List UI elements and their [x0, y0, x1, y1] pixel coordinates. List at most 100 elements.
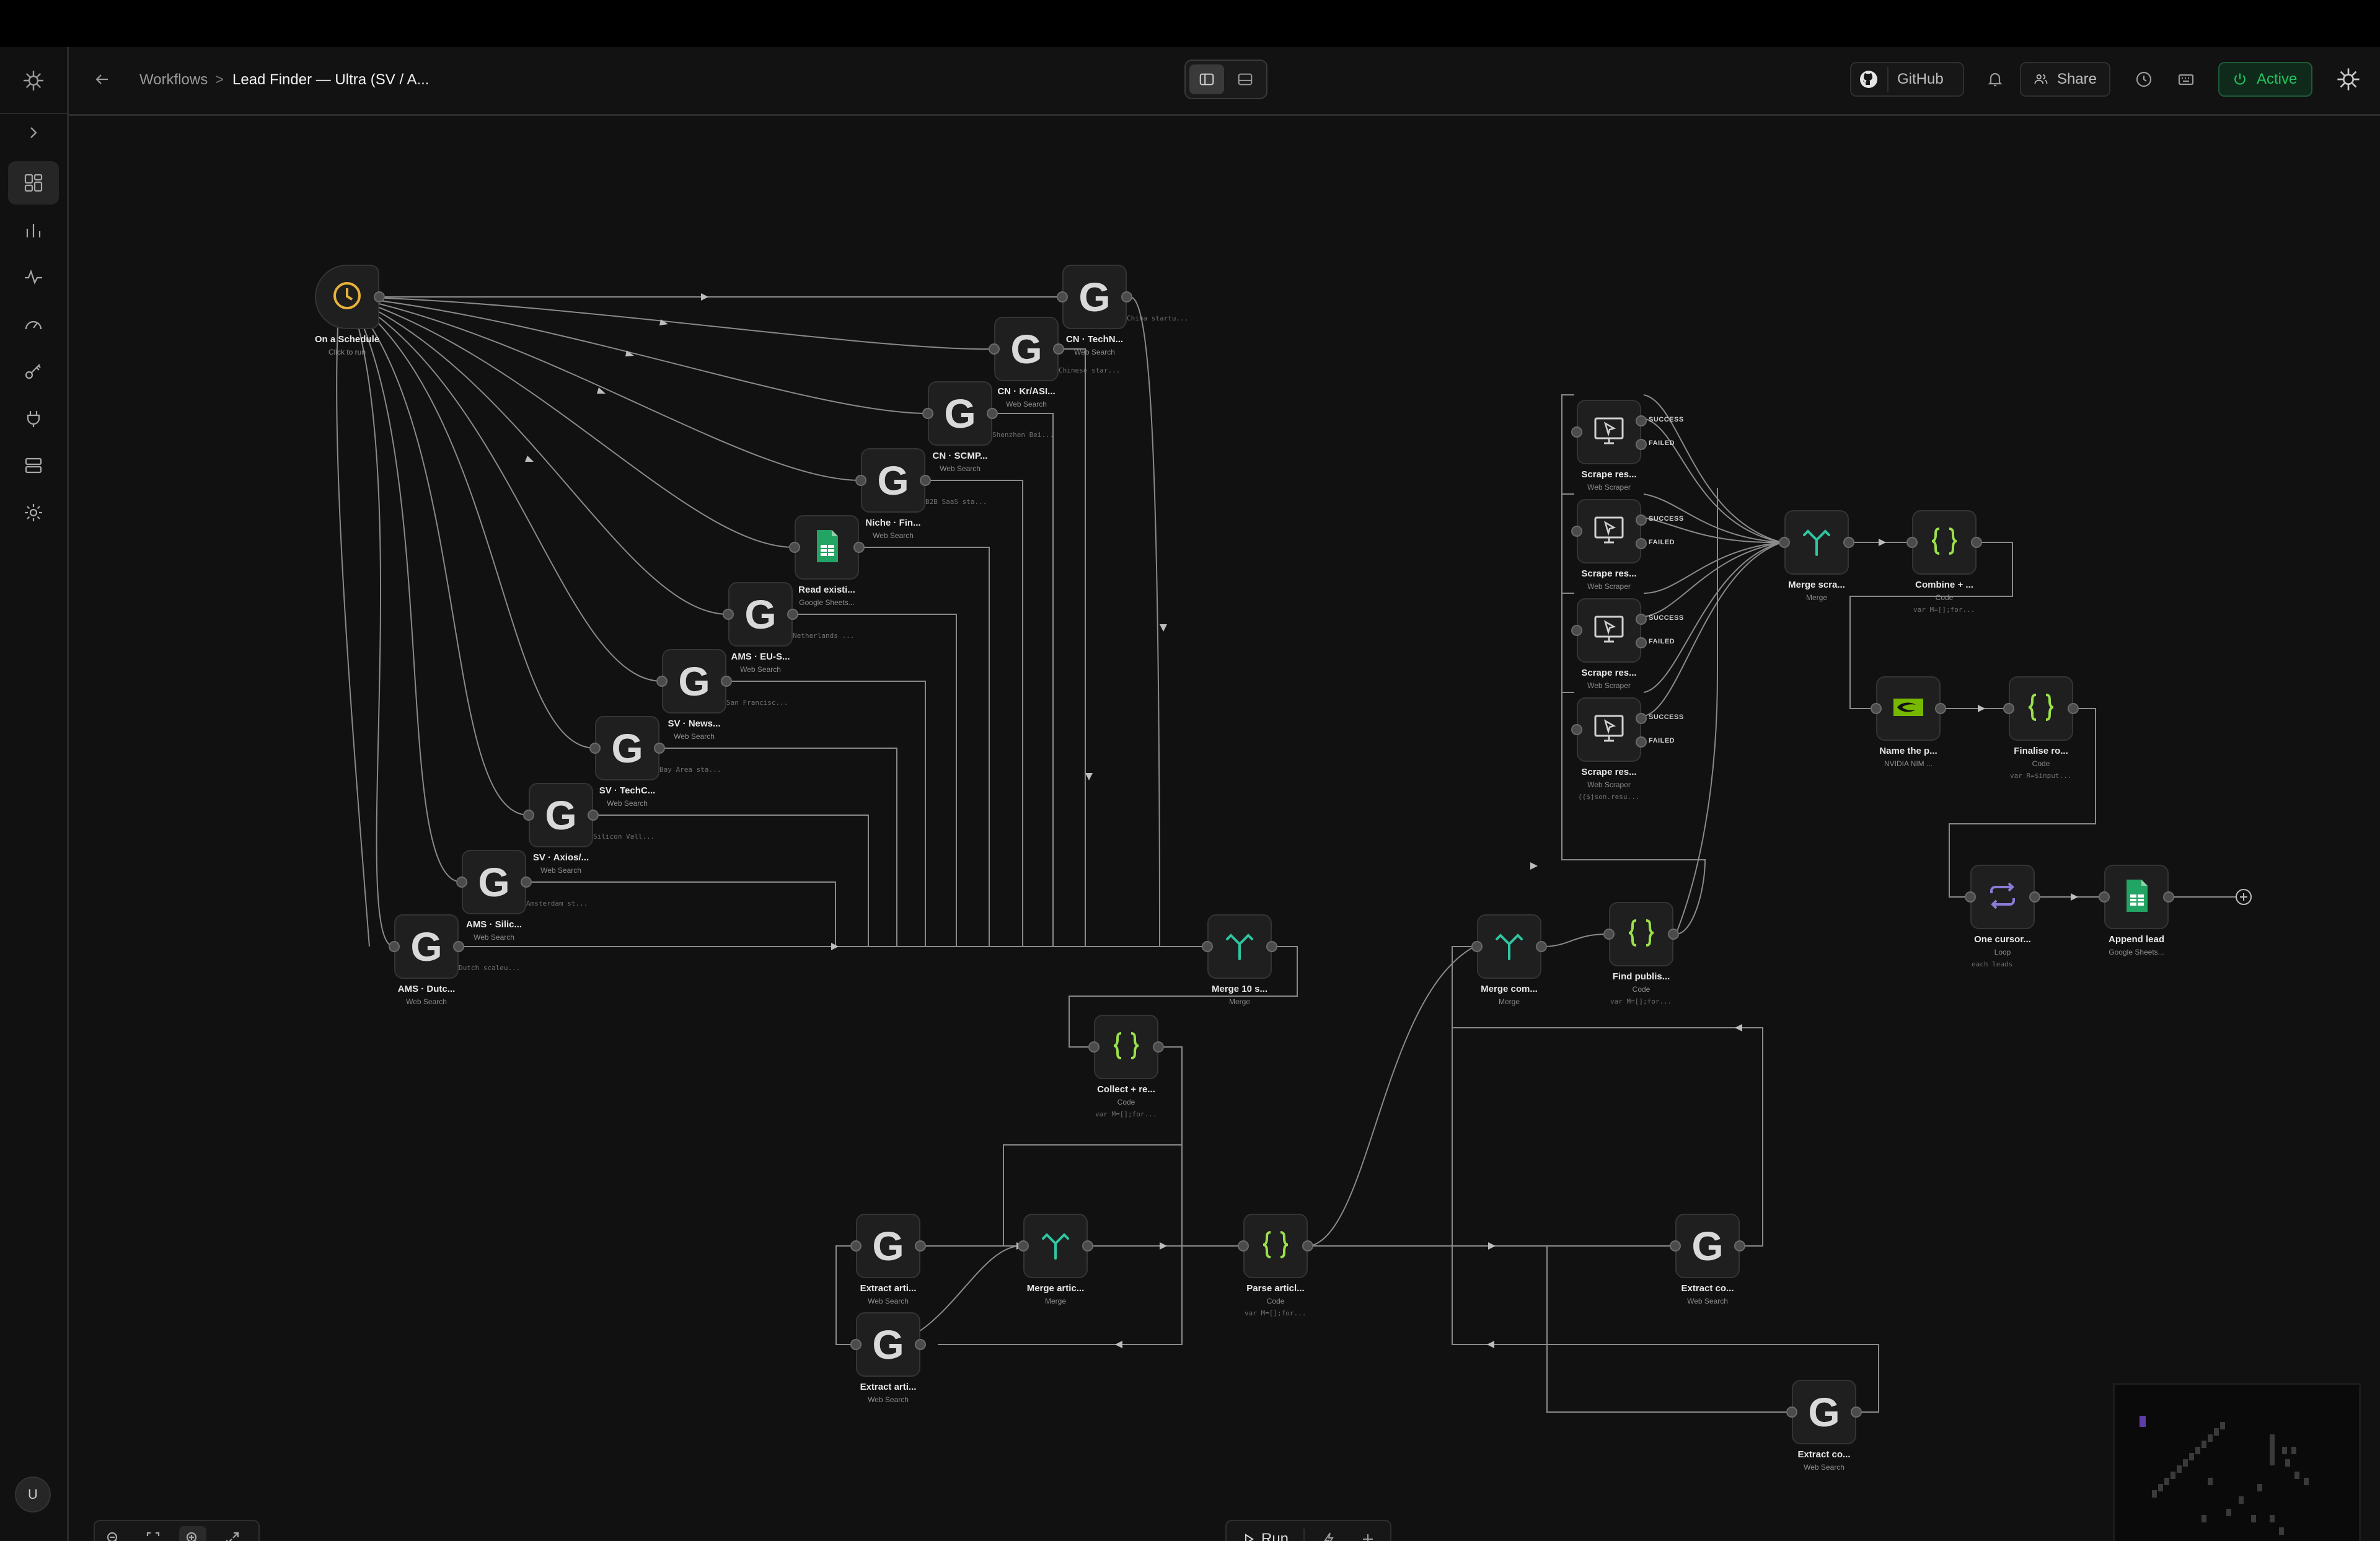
node-cn-technode[interactable]: G [1062, 265, 1127, 329]
node-merge-artic[interactable] [1023, 1214, 1088, 1278]
input-port[interactable] [1965, 891, 1976, 903]
input-port[interactable] [1779, 537, 1790, 548]
sidebar-item-integrations[interactable] [8, 397, 59, 440]
input-port[interactable] [1202, 941, 1213, 952]
workflow-title[interactable]: Lead Finder — Ultra (SV / A... [232, 71, 429, 89]
output-port[interactable] [1734, 1240, 1745, 1252]
sidebar-item-analytics[interactable] [8, 208, 59, 252]
add-node-icon[interactable] [2236, 889, 2252, 905]
input-port[interactable] [850, 1339, 862, 1350]
node-merge-scra[interactable] [1784, 510, 1849, 575]
node-sv-techc[interactable]: G [595, 716, 659, 780]
user-avatar[interactable]: U [15, 1477, 51, 1512]
openai-logo-icon[interactable] [2335, 66, 2362, 93]
input-port[interactable] [1571, 724, 1582, 735]
output-port[interactable] [1082, 1240, 1093, 1252]
output-port[interactable] [521, 876, 532, 888]
node-cn-scmp[interactable]: G [928, 381, 992, 446]
node-merge-com[interactable] [1477, 914, 1541, 979]
history-button[interactable] [2130, 66, 2157, 93]
node-niche-fin[interactable]: G [861, 448, 925, 513]
output-port[interactable] [2068, 703, 2079, 714]
output-port[interactable] [654, 743, 665, 754]
output-port[interactable] [915, 1339, 926, 1350]
keyboard-button[interactable] [2172, 66, 2200, 93]
input-port[interactable] [1871, 703, 1882, 714]
input-port[interactable] [855, 475, 866, 486]
node-name-the[interactable] [1876, 676, 1941, 741]
output-port[interactable] [2029, 891, 2040, 903]
github-button[interactable]: GitHub [1850, 62, 1964, 97]
input-port[interactable] [1238, 1240, 1249, 1252]
node-scrape2[interactable] [1577, 499, 1641, 563]
output-port-success[interactable] [1636, 514, 1647, 526]
output-port[interactable] [853, 542, 865, 553]
output-port[interactable] [453, 941, 464, 952]
input-port[interactable] [850, 1240, 862, 1252]
input-port[interactable] [589, 743, 601, 754]
output-port[interactable] [915, 1240, 926, 1252]
node-extract-co1[interactable]: G [1675, 1214, 1740, 1278]
input-port[interactable] [1018, 1240, 1029, 1252]
input-port[interactable] [523, 810, 534, 821]
output-port[interactable] [1153, 1041, 1164, 1053]
notifications-button[interactable] [1981, 66, 2009, 93]
node-merge10[interactable] [1207, 914, 1272, 979]
node-ams-dutch[interactable]: G [394, 914, 459, 979]
zoom-out-button[interactable] [100, 1526, 127, 1541]
output-port[interactable] [2163, 891, 2174, 903]
minimap[interactable] [2113, 1383, 2361, 1541]
input-port[interactable] [389, 941, 400, 952]
output-port[interactable] [1843, 537, 1854, 548]
node-ams-eu[interactable]: G [728, 582, 793, 647]
output-port[interactable] [1971, 537, 1982, 548]
node-combine[interactable] [1912, 510, 1977, 575]
output-port[interactable] [1851, 1406, 1862, 1418]
output-port[interactable] [1121, 291, 1132, 302]
share-button[interactable]: Share [2020, 62, 2110, 97]
input-port[interactable] [1571, 625, 1582, 636]
input-port[interactable] [1906, 537, 1918, 548]
expand-sidebar-icon[interactable] [24, 123, 43, 143]
panel-view-button[interactable] [1228, 64, 1263, 94]
node-ams-silic[interactable]: G [462, 850, 526, 914]
breadcrumb-workflows[interactable]: Workflows [139, 71, 208, 89]
split-view-button[interactable] [1189, 64, 1224, 94]
output-port[interactable] [1536, 941, 1547, 952]
output-port[interactable] [1053, 343, 1064, 355]
output-port-failed[interactable] [1636, 439, 1647, 450]
output-port[interactable] [987, 408, 998, 419]
node-schedule[interactable] [315, 265, 379, 329]
node-scrape1[interactable] [1577, 400, 1641, 464]
input-port[interactable] [1471, 941, 1483, 952]
output-port-success[interactable] [1636, 713, 1647, 724]
input-port[interactable] [1786, 1406, 1797, 1418]
node-scrape3[interactable] [1577, 598, 1641, 663]
input-port[interactable] [656, 676, 668, 687]
output-port-failed[interactable] [1636, 637, 1647, 648]
output-port[interactable] [787, 609, 798, 620]
fullscreen-button[interactable] [219, 1526, 246, 1541]
logo-icon[interactable] [21, 68, 46, 93]
back-button[interactable] [89, 66, 116, 93]
input-port[interactable] [2003, 703, 2014, 714]
node-scrape4[interactable] [1577, 697, 1641, 762]
node-read-existing[interactable] [795, 515, 859, 580]
input-port[interactable] [1057, 291, 1068, 302]
sidebar-item-servers[interactable] [8, 444, 59, 487]
input-port[interactable] [723, 609, 734, 620]
node-find-publis[interactable] [1609, 902, 1673, 966]
node-cn-kr[interactable]: G [994, 317, 1059, 381]
output-port-success[interactable] [1636, 415, 1647, 426]
output-port-success[interactable] [1636, 614, 1647, 625]
input-port[interactable] [1571, 426, 1582, 438]
input-port[interactable] [789, 542, 800, 553]
input-port[interactable] [2099, 891, 2110, 903]
input-port[interactable] [989, 343, 1000, 355]
output-port[interactable] [1266, 941, 1277, 952]
node-one-cursor[interactable] [1970, 865, 2035, 929]
output-port[interactable] [588, 810, 599, 821]
node-extract-art2[interactable]: G [856, 1312, 920, 1377]
output-port[interactable] [1302, 1240, 1313, 1252]
node-extract-co2[interactable]: G [1792, 1380, 1856, 1444]
